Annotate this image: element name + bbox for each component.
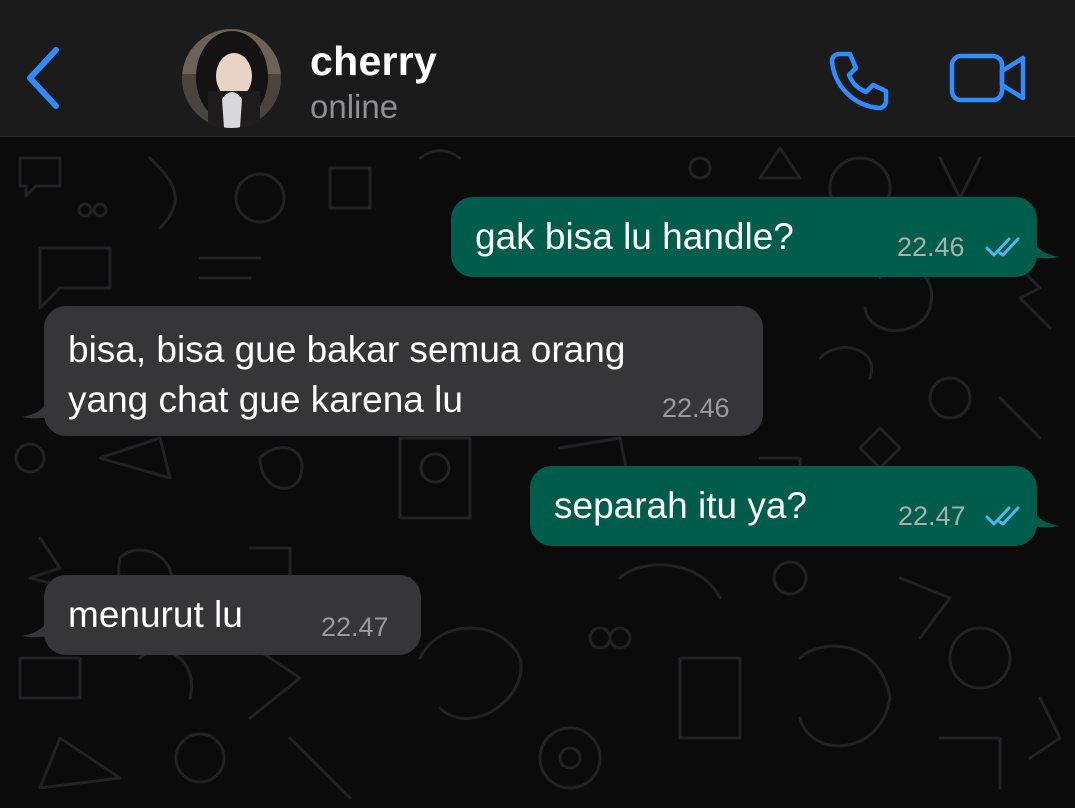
chevron-left-icon [27,47,59,109]
double-check-icon [985,237,1020,257]
message-text: separah itu ya? [554,485,808,526]
bubble-tail [21,614,51,638]
bubble-tail [1030,504,1060,528]
double-check-icon [985,506,1020,526]
message-bubble-incoming[interactable]: bisa, bisa gue bakar semua orang yang ch… [44,306,763,436]
message-bubble-outgoing[interactable]: separah itu ya? 22.47 [530,466,1037,546]
chat-header: cherry online [0,0,1075,137]
bubble-tail [1030,235,1060,259]
phone-icon [829,51,889,111]
back-button[interactable] [22,44,66,112]
message-text: bisa, bisa gue bakar semua orang yang ch… [68,329,626,420]
message-time: 22.46 [662,393,730,423]
chat-area[interactable]: gak bisa lu handle? 22.46 bisa, bisa gue… [0,138,1075,808]
message-text: menurut lu [68,594,243,635]
contact-status: online [310,88,399,125]
voice-call-button[interactable] [826,48,892,114]
contact-avatar[interactable] [182,29,281,128]
message-bubble-outgoing[interactable]: gak bisa lu handle? 22.46 [451,197,1037,277]
video-camera-icon [949,53,1026,103]
message-time: 22.46 [897,232,965,262]
message-time: 22.47 [321,612,389,642]
bubble-tail [21,395,51,419]
message-text: gak bisa lu handle? [475,216,794,257]
video-call-button[interactable] [948,52,1028,104]
message-time: 22.47 [898,501,966,531]
contact-name[interactable]: cherry [310,38,437,85]
message-bubble-incoming[interactable]: menurut lu 22.47 [44,575,421,655]
